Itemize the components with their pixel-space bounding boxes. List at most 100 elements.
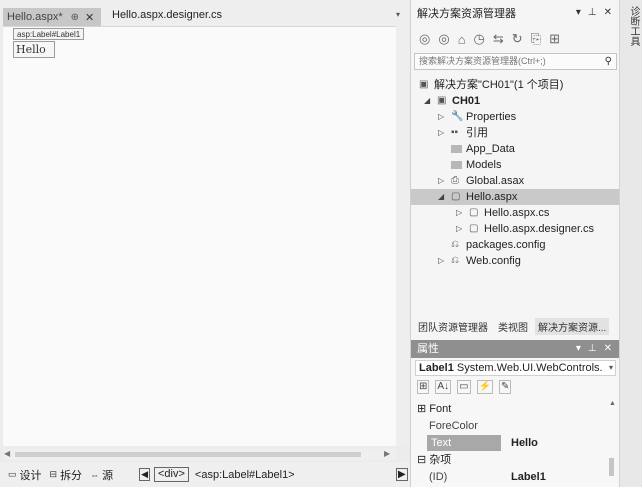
editor-vertical-scrollbar[interactable] (396, 26, 410, 446)
tree-item-label: Properties (466, 111, 517, 123)
window-position-dropdown-icon[interactable]: ▾ (576, 7, 581, 18)
chevron-down-icon[interactable]: ▾ (609, 361, 613, 375)
scrollbar-thumb[interactable] (15, 452, 361, 457)
tab-team-explorer[interactable]: 团队资源管理器 (415, 318, 491, 335)
diagnostic-tools-tab[interactable]: 诊断工具 (626, 6, 641, 46)
diagnostic-tools-strip[interactable]: 诊断工具 (619, 0, 642, 487)
design-view-label: 设计 (19, 469, 42, 482)
tree-item-models[interactable]: Models (411, 157, 620, 173)
back-icon[interactable]: ◎ (419, 31, 430, 47)
breadcrumb-right-icon[interactable]: ▶ (396, 468, 408, 481)
categorized-icon[interactable]: ⊞ (417, 380, 430, 394)
scroll-left-icon[interactable]: ◀ (4, 449, 10, 458)
forward-icon[interactable]: ◎ (438, 31, 449, 47)
file-icon: ▪▪ (451, 127, 459, 138)
properties-icon[interactable]: ▭ (457, 380, 471, 394)
sync-icon[interactable]: ⇆ (493, 31, 504, 47)
collapse-all-icon[interactable]: ⎘ (531, 31, 541, 47)
solution-explorer-titlebar: 解决方案资源管理器 ▾ ⊥ ✕ (411, 0, 620, 26)
tree-item-web-config[interactable]: ▷ ⎌ Web.config (411, 253, 620, 269)
solution-explorer-search-input[interactable]: 搜索解决方案资源管理器(Ctrl+;) ⚲ (414, 53, 617, 70)
property-name: ⊟ 杂项 (417, 454, 452, 466)
tree-item-properties[interactable]: ▷ 🔧 Properties (411, 109, 620, 125)
expand-arrow-icon[interactable]: ▷ (438, 109, 444, 125)
close-icon[interactable]: ✕ (85, 11, 94, 24)
tree-item-app-data[interactable]: App_Data (411, 141, 620, 157)
tree-item-hello-aspx[interactable]: ◢ ▢ Hello.aspx (411, 189, 620, 205)
close-icon[interactable]: ✕ (604, 340, 612, 358)
tree-item-solution[interactable]: ▣ 解决方案"CH01"(1 个项目) (411, 77, 620, 93)
tree-item-label: Hello.aspx (466, 191, 518, 203)
tab-hello-aspx[interactable]: Hello.aspx* ⊕ ✕ (3, 8, 101, 26)
events-icon[interactable]: ⚡ (476, 380, 493, 394)
property-category[interactable]: ⊟ 杂项 (411, 452, 609, 468)
tree-item-hello-aspx-designer-cs[interactable]: ▷ ▢ Hello.aspx.designer.cs (411, 221, 620, 237)
home-icon[interactable]: ⌂ (458, 32, 466, 47)
source-view-button[interactable]: ⇔ 源 (90, 467, 113, 483)
search-icon[interactable]: ⚲ (605, 54, 612, 69)
label1-control[interactable]: Hello (13, 41, 55, 58)
expand-arrow-icon[interactable]: ▷ (438, 173, 444, 189)
design-surface[interactable]: asp:Label#Label1 Hello (3, 26, 396, 446)
object-name: Label1 (419, 362, 454, 374)
object-selector[interactable]: Label1 System.Web.UI.WebControls. ▾ (415, 360, 616, 376)
tree-item-references[interactable]: ▷ ▪▪ 引用 (411, 125, 620, 141)
collapse-arrow-icon[interactable]: ◢ (424, 93, 430, 109)
source-icon: ⇔ (90, 469, 100, 480)
expand-arrow-icon[interactable]: ▷ (438, 253, 444, 269)
breadcrumb-div[interactable]: <div> (153, 467, 189, 482)
breadcrumb-label[interactable]: <asp:Label#Label1> (195, 469, 295, 481)
scroll-right-icon[interactable]: ▶ (384, 449, 390, 458)
alphabetical-icon[interactable]: A↓ (435, 380, 452, 394)
auto-hide-pin-icon[interactable]: ⊥ (588, 7, 597, 18)
file-icon: ⎌ (451, 239, 459, 250)
editor-horizontal-scrollbar[interactable]: ◀ ▶ (3, 449, 396, 460)
auto-hide-pin-icon[interactable]: ⊥ (588, 340, 597, 358)
view-switcher-bar: ▭ 设计 ⊟ 拆分 ⇔ 源 ◀ <div> <asp:Label#Label1>… (0, 462, 410, 487)
file-icon: ⎌ (451, 255, 459, 266)
property-name: ⊞ Font (417, 403, 452, 415)
property-category[interactable]: ⊞ Font (411, 401, 609, 417)
tree-item-packages-config[interactable]: ⎌ packages.config (411, 237, 620, 253)
solution-explorer-toolbar: ◎ ◎ ⌂ ◷ ⇆ ↻ ⎘ ⊞ (411, 26, 620, 52)
window-position-dropdown-icon[interactable]: ▾ (576, 340, 581, 358)
file-icon: ▢ (451, 191, 461, 202)
tab-list-dropdown-icon[interactable]: ▾ (396, 10, 400, 19)
properties-toolbar: ⊞ A↓ ▭ ⚡ ✎ (417, 380, 512, 394)
file-icon: ▣ (419, 79, 429, 90)
tree-item-label: Global.asax (466, 175, 525, 187)
design-view-button[interactable]: ▭ 设计 (8, 467, 42, 483)
property-row[interactable]: (ID) Label1 (411, 469, 609, 485)
refresh-icon[interactable]: ↻ (512, 31, 523, 47)
property-value[interactable]: Label1 (511, 469, 546, 485)
breadcrumb-left-icon[interactable]: ◀ (139, 468, 150, 481)
tree-item-hello-aspx-cs[interactable]: ▷ ▢ Hello.aspx.cs (411, 205, 620, 221)
pin-icon[interactable]: ⊕ (71, 12, 79, 23)
show-all-files-icon[interactable]: ⊞ (549, 31, 560, 47)
tab-solution-explorer[interactable]: 解决方案资源... (535, 317, 610, 335)
scroll-up-icon[interactable]: ▲ (609, 400, 616, 407)
property-grid-scrollbar[interactable]: ▲ (609, 400, 616, 480)
property-pages-icon[interactable]: ✎ (498, 380, 512, 394)
property-value[interactable]: Hello (511, 435, 538, 451)
property-row[interactable]: ForeColor (411, 418, 609, 434)
close-icon[interactable]: ✕ (604, 7, 612, 18)
properties-panel: 属性 ▾ ⊥ ✕ Label1 System.Web.UI.WebControl… (410, 340, 620, 487)
expand-arrow-icon[interactable]: ▷ (438, 125, 444, 141)
pending-changes-icon[interactable]: ◷ (474, 31, 485, 47)
tab-class-view[interactable]: 类视图 (495, 318, 531, 335)
expand-arrow-icon[interactable]: ▷ (456, 221, 462, 237)
object-type: System.Web.UI.WebControls. (456, 362, 603, 374)
file-icon: 🔧 (451, 111, 464, 122)
property-row[interactable]: Text Hello (411, 435, 609, 451)
expand-arrow-icon[interactable]: ▷ (456, 205, 462, 221)
tree-item-project-ch01[interactable]: ◢ ▣ CH01 (411, 93, 620, 109)
file-icon: ▣ (437, 95, 447, 106)
collapse-arrow-icon[interactable]: ◢ (438, 189, 444, 205)
design-icon: ▭ (8, 469, 17, 479)
split-view-button[interactable]: ⊟ 拆分 (50, 467, 83, 483)
tree-item-global-asax[interactable]: ▷ ⎙ Global.asax (411, 173, 620, 189)
scrollbar-thumb[interactable] (609, 458, 614, 476)
tab-hello-aspx-designer-cs[interactable]: Hello.aspx.designer.cs (112, 9, 222, 21)
document-tab-strip: Hello.aspx* ⊕ ✕ Hello.aspx.designer.cs ▾ (0, 0, 410, 26)
